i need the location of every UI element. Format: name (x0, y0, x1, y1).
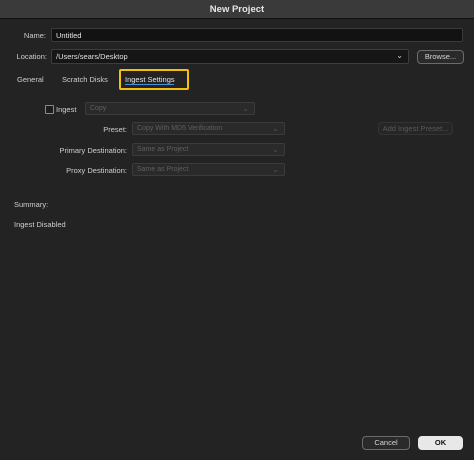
proxy-destination-value: Same as Project (137, 166, 189, 173)
ingest-mode-dropdown[interactable]: Copy ⌄ (85, 102, 255, 115)
browse-button[interactable]: Browse... (417, 50, 464, 64)
proxy-destination-dropdown[interactable]: Same as Project ⌄ (132, 163, 285, 176)
ingest-checkbox[interactable] (45, 105, 54, 114)
dialog-panel (0, 19, 474, 460)
project-name-field[interactable]: Untitled (51, 28, 463, 42)
chevron-down-icon: ⌄ (272, 124, 279, 133)
preset-label: Preset: (103, 125, 127, 134)
summary-text: Ingest Disabled (14, 220, 66, 229)
title-bar: New Project (0, 0, 474, 19)
tab-ingest-settings[interactable]: Ingest Settings (125, 75, 175, 84)
add-ingest-preset-button[interactable]: Add Ingest Preset... (378, 122, 453, 135)
name-label: Name: (23, 31, 46, 40)
preset-dropdown[interactable]: Copy With MD5 Verification ⌄ (132, 122, 285, 135)
location-value: /Users/sears/Desktop (56, 52, 128, 61)
tab-scratch-disks[interactable]: Scratch Disks (62, 75, 108, 84)
location-label: Location: (16, 52, 47, 61)
ingest-mode-value: Copy (90, 105, 107, 112)
preset-value: Copy With MD5 Verification (137, 125, 223, 132)
cancel-button[interactable]: Cancel (362, 436, 410, 450)
chevron-down-icon: ⌄ (272, 165, 279, 174)
window-title: New Project (209, 4, 265, 15)
primary-destination-label: Primary Destination: (59, 146, 127, 155)
primary-destination-value: Same as Project (137, 146, 189, 153)
summary-label: Summary: (14, 200, 49, 209)
tab-general[interactable]: General (17, 75, 44, 84)
primary-destination-dropdown[interactable]: Same as Project ⌄ (132, 143, 285, 156)
chevron-down-icon: ⌄ (242, 104, 249, 113)
location-dropdown[interactable]: /Users/sears/Desktop ⌄ (51, 49, 409, 64)
ok-button[interactable]: OK (418, 436, 463, 450)
active-tab-indicator (125, 84, 174, 85)
chevron-down-icon: ⌄ (396, 51, 403, 60)
ingest-checkbox-label: Ingest (56, 105, 77, 114)
chevron-down-icon: ⌄ (272, 145, 279, 154)
proxy-destination-label: Proxy Destination: (66, 166, 127, 175)
